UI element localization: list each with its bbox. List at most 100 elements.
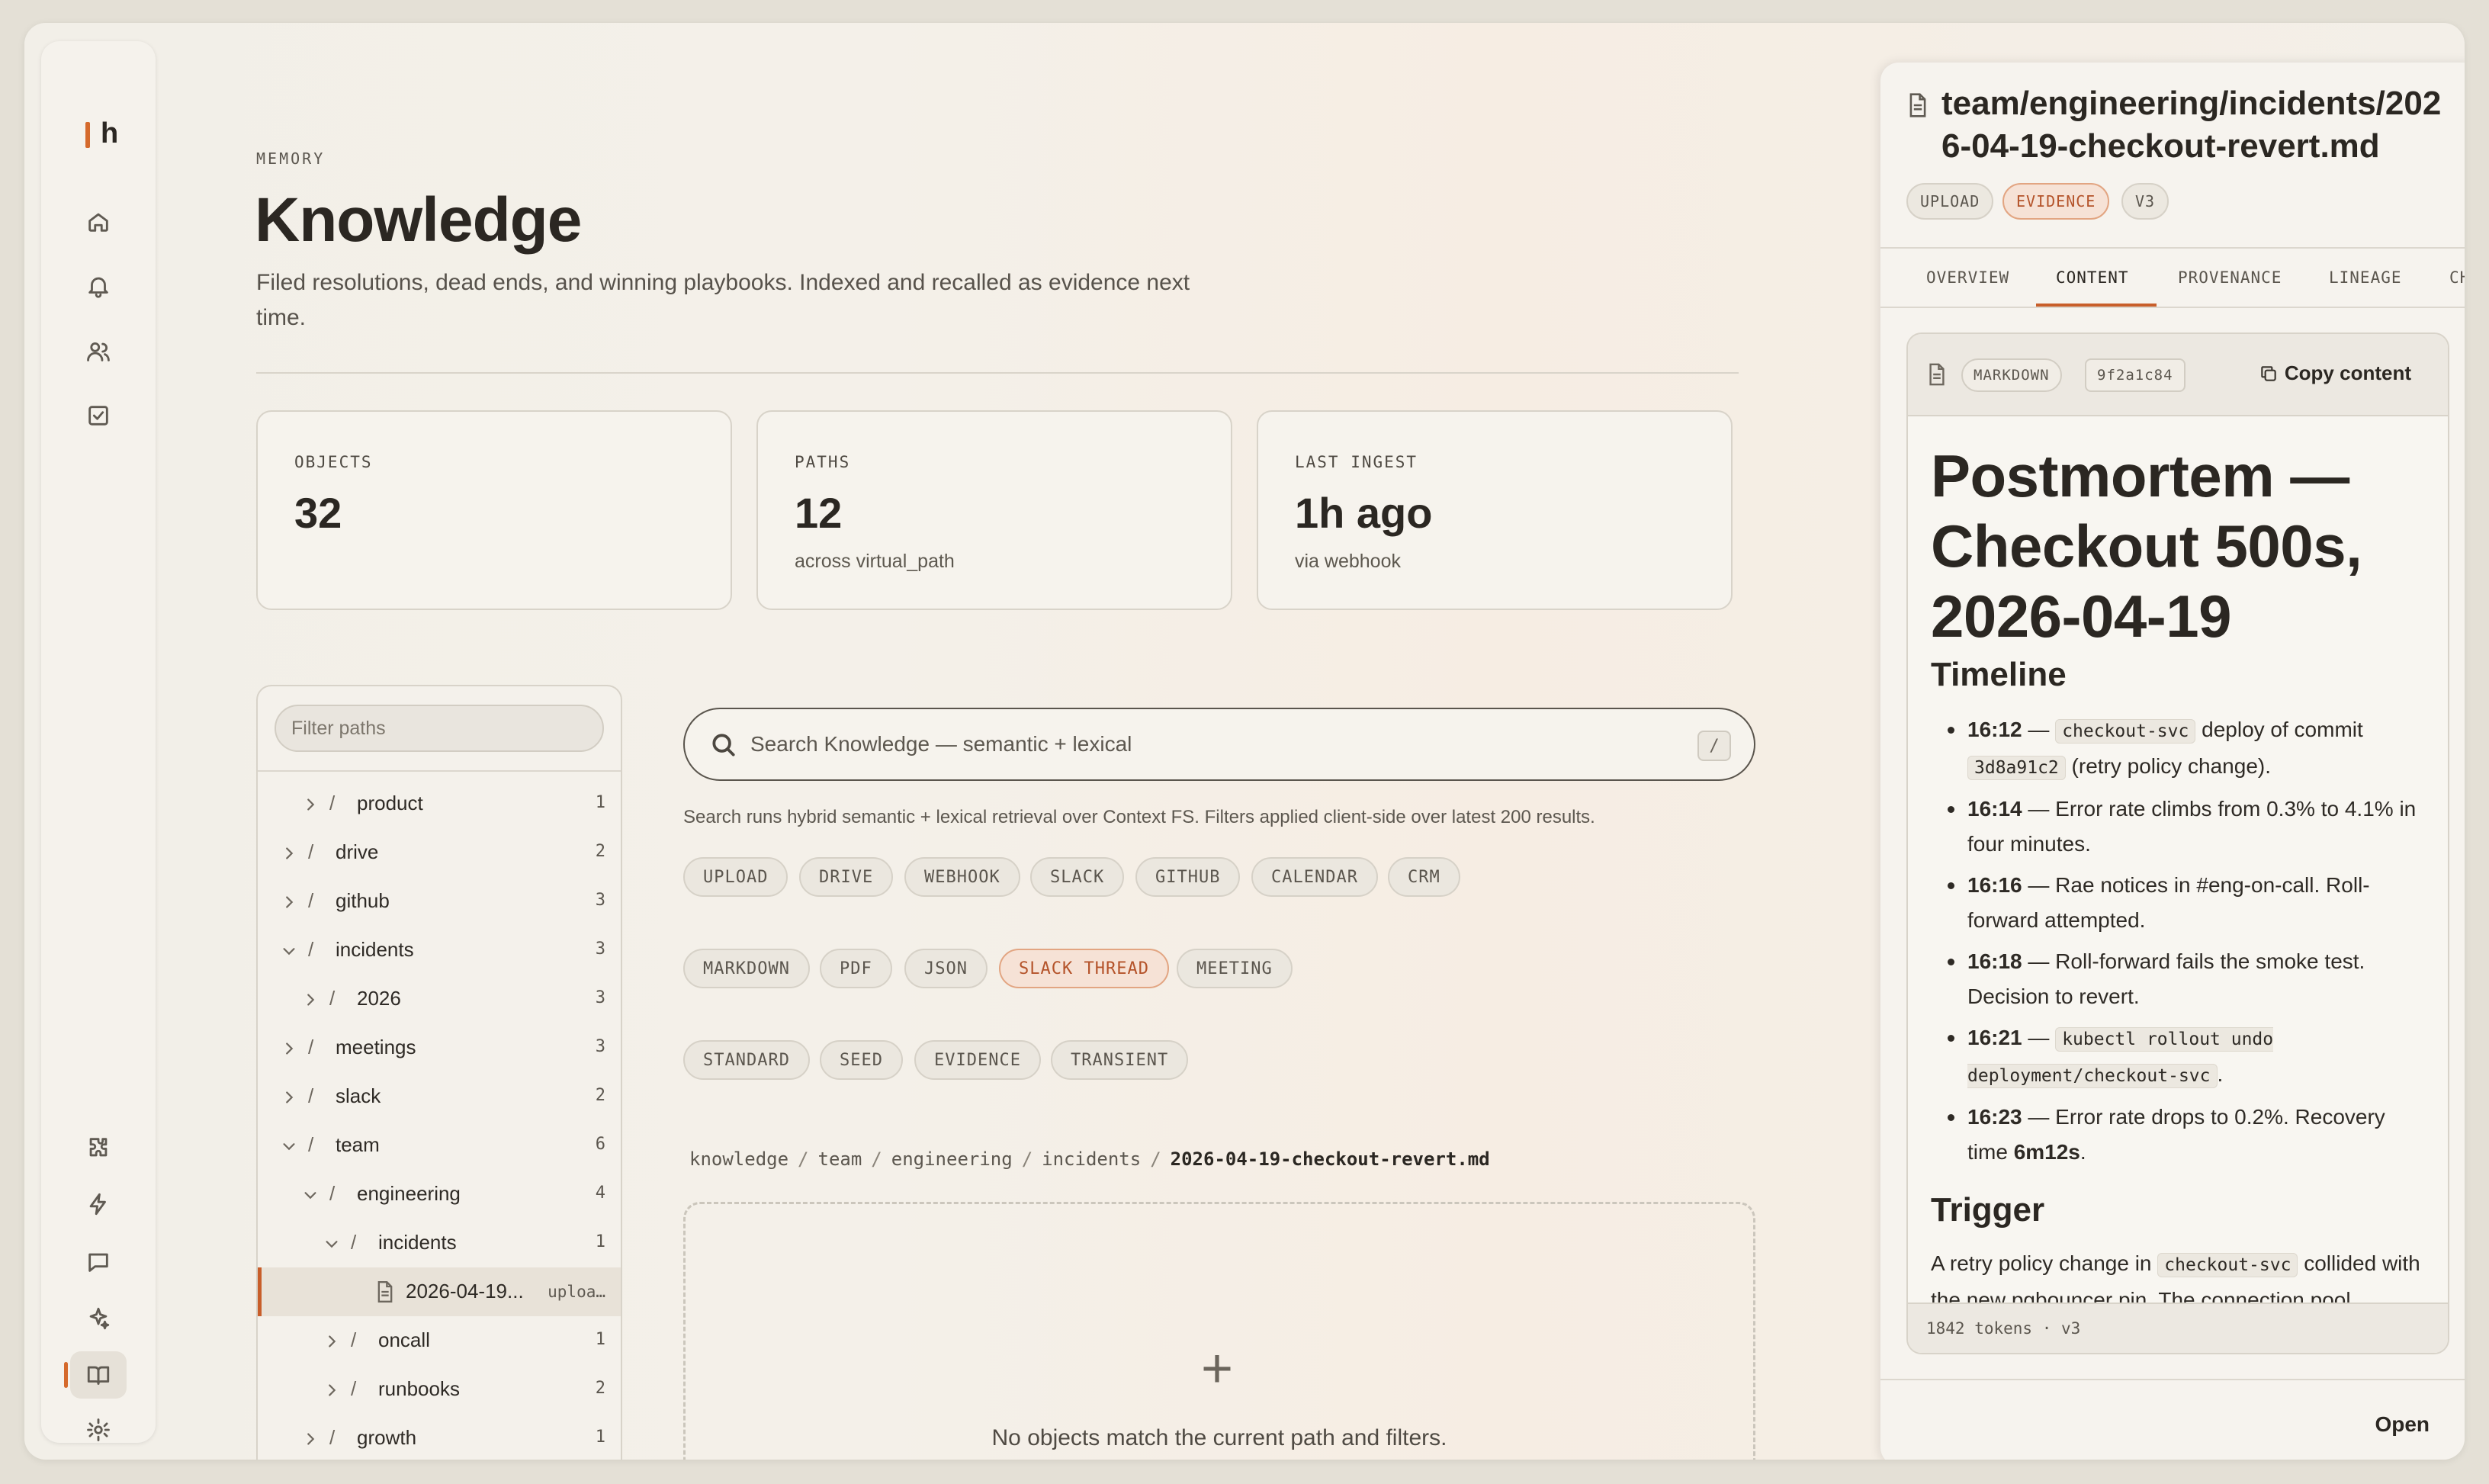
tree-folder-name: product [357, 792, 423, 814]
chevron-down-icon[interactable] [302, 1185, 320, 1203]
filter-chip-calendar[interactable]: CALENDAR [1251, 857, 1378, 897]
search-shortcut-key: / [1697, 731, 1731, 761]
filter-chip-seed[interactable]: SEED [820, 1040, 903, 1080]
tab-content[interactable]: CONTENT [2056, 268, 2129, 287]
filter-chip-pdf[interactable]: PDF [820, 949, 892, 988]
filter-chip-meeting[interactable]: MEETING [1177, 949, 1293, 988]
chevron-right-icon[interactable] [281, 892, 299, 911]
tree-folder-row[interactable]: / growth 1 [258, 1414, 621, 1460]
tree-folder-row[interactable]: / meetings 3 [258, 1023, 621, 1072]
tree-folder-count: 3 [595, 891, 605, 910]
rail-home-button[interactable] [70, 198, 127, 246]
chevron-right-icon[interactable] [281, 843, 299, 862]
tree-folder-name: oncall [378, 1328, 430, 1351]
filter-chip-markdown[interactable]: MARKDOWN [683, 949, 810, 988]
filter-chip-crm[interactable]: CRM [1388, 857, 1460, 897]
header-divider [256, 372, 1739, 374]
tree-folder-count: 2 [595, 1379, 605, 1398]
rail-settings-button[interactable] [70, 1409, 127, 1450]
tabs-bottom-divider [1880, 307, 2465, 308]
filter-chip-drive[interactable]: DRIVE [799, 857, 894, 897]
chevron-right-icon[interactable] [323, 1331, 342, 1350]
tree-folder-row[interactable]: / 2026 3 [258, 975, 621, 1023]
tree-folder-row[interactable]: / engineering 4 [258, 1170, 621, 1219]
rail-ai-button[interactable] [70, 1295, 127, 1342]
breadcrumb-segment[interactable]: engineering [891, 1148, 1013, 1170]
breadcrumb: knowledge / team / engineering / incidents / 202… [689, 1148, 1499, 1170]
filter-chip-upload[interactable]: UPLOAD [683, 857, 788, 897]
gear-icon [87, 1418, 110, 1441]
content-footer: 1842 tokens · v3 [1908, 1303, 2448, 1353]
breadcrumb-segment[interactable]: team [818, 1148, 862, 1170]
folder-slash: / [308, 889, 314, 912]
rail-integrations-button[interactable] [70, 1124, 127, 1171]
tree-folder-row[interactable]: / incidents 3 [258, 926, 621, 975]
puzzle-icon [89, 1138, 108, 1157]
filter-chip-slack[interactable]: SLACK [1030, 857, 1125, 897]
breadcrumb-segment[interactable]: knowledge [689, 1148, 788, 1170]
file-icon [375, 1281, 395, 1303]
breadcrumb-segment: 2026-04-19-checkout-revert.md [1170, 1148, 1490, 1170]
tab-provenance[interactable]: PROVENANCE [2178, 268, 2282, 287]
rail-tasks-button[interactable] [70, 392, 127, 439]
tree-folder-name: incidents [378, 1231, 457, 1254]
tag-upload: UPLOAD [1906, 183, 1994, 220]
open-button[interactable]: Open [2375, 1412, 2430, 1437]
filter-chip-evidence[interactable]: EVIDENCE [914, 1040, 1041, 1080]
chevron-right-icon[interactable] [323, 1380, 342, 1399]
tree-folder-row[interactable]: / drive 2 [258, 828, 621, 877]
rail-notifications-button[interactable] [70, 262, 127, 310]
chevron-down-icon[interactable] [281, 1136, 299, 1155]
tree-folder-name: meetings [336, 1036, 416, 1058]
tree-folder-row[interactable]: / github 3 [258, 877, 621, 926]
tab-overview[interactable]: OVERVIEW [1926, 268, 2009, 287]
tree-folder-name: runbooks [378, 1377, 460, 1400]
trigger-paragraph: A retry policy change in checkout-svc co… [1931, 1246, 2428, 1303]
inline-code: checkout-svc [2055, 719, 2196, 744]
tab-lineage[interactable]: LINEAGE [2329, 268, 2402, 287]
tree-folder-row[interactable]: / runbooks 2 [258, 1365, 621, 1414]
chevron-right-icon[interactable] [302, 1429, 320, 1447]
tree-folder-row[interactable]: / slack 2 [258, 1072, 621, 1121]
tree-file-name: 2026-04-19... [406, 1280, 524, 1303]
tree-folder-row[interactable]: / incidents 1 [258, 1219, 621, 1267]
tree-file-row[interactable]: 2026-04-19... uploa… [258, 1267, 621, 1316]
rail-people-button[interactable] [70, 328, 127, 375]
chevron-down-icon[interactable] [323, 1234, 342, 1252]
filter-chip-github[interactable]: GITHUB [1135, 857, 1241, 897]
copy-content-button[interactable]: Copy content [2259, 361, 2411, 385]
filter-chip-standard[interactable]: STANDARD [683, 1040, 810, 1080]
folder-slash: / [329, 1426, 336, 1449]
filter-chip-webhook[interactable]: WEBHOOK [904, 857, 1020, 897]
folder-slash: / [329, 987, 336, 1010]
tab-ch[interactable]: CH [2449, 268, 2465, 287]
breadcrumb-segment[interactable]: incidents [1042, 1148, 1141, 1170]
filter-paths-input[interactable]: Filter paths [275, 705, 604, 752]
timeline-text: deploy of commit [2195, 718, 2363, 741]
rail-knowledge-button[interactable] [64, 1351, 127, 1399]
filter-chip-transient[interactable]: TRANSIENT [1051, 1040, 1189, 1080]
chevron-right-icon[interactable] [302, 990, 320, 1008]
tree-folder-row[interactable]: / oncall 1 [258, 1316, 621, 1365]
search-input[interactable]: Search Knowledge — semantic + lexical / [683, 708, 1755, 781]
stat-value: 12 [795, 489, 843, 537]
chevron-down-icon[interactable] [281, 941, 299, 959]
rail-automations-button[interactable] [70, 1180, 127, 1228]
app-logo[interactable]: h [85, 117, 131, 156]
timeline-item: 16:12 — checkout-svc deploy of commit 3d… [1931, 712, 2428, 785]
tree-folder-row[interactable]: / product 1 [258, 779, 621, 828]
chevron-right-icon[interactable] [281, 1039, 299, 1057]
tree-folder-row[interactable]: / team 6 [258, 1121, 621, 1170]
breadcrumb-separator: / [798, 1148, 809, 1170]
filter-chip-json[interactable]: JSON [904, 949, 988, 988]
empty-state-message: No objects match the current path and fi… [991, 1425, 1447, 1450]
rail-messages-button[interactable] [70, 1238, 127, 1286]
timeline-item: 16:23 — Error rate drops to 0.2%. Recove… [1931, 1100, 2428, 1170]
empty-dropzone[interactable]: + No objects match the current path and … [683, 1202, 1755, 1460]
filter-chip-slack-thread[interactable]: SLACK THREAD [999, 949, 1169, 988]
section-eyebrow: MEMORY [256, 149, 326, 168]
timeline-text: . [2217, 1062, 2224, 1086]
bolt-icon [89, 1193, 106, 1216]
chevron-right-icon[interactable] [302, 795, 320, 813]
chevron-right-icon[interactable] [281, 1087, 299, 1106]
